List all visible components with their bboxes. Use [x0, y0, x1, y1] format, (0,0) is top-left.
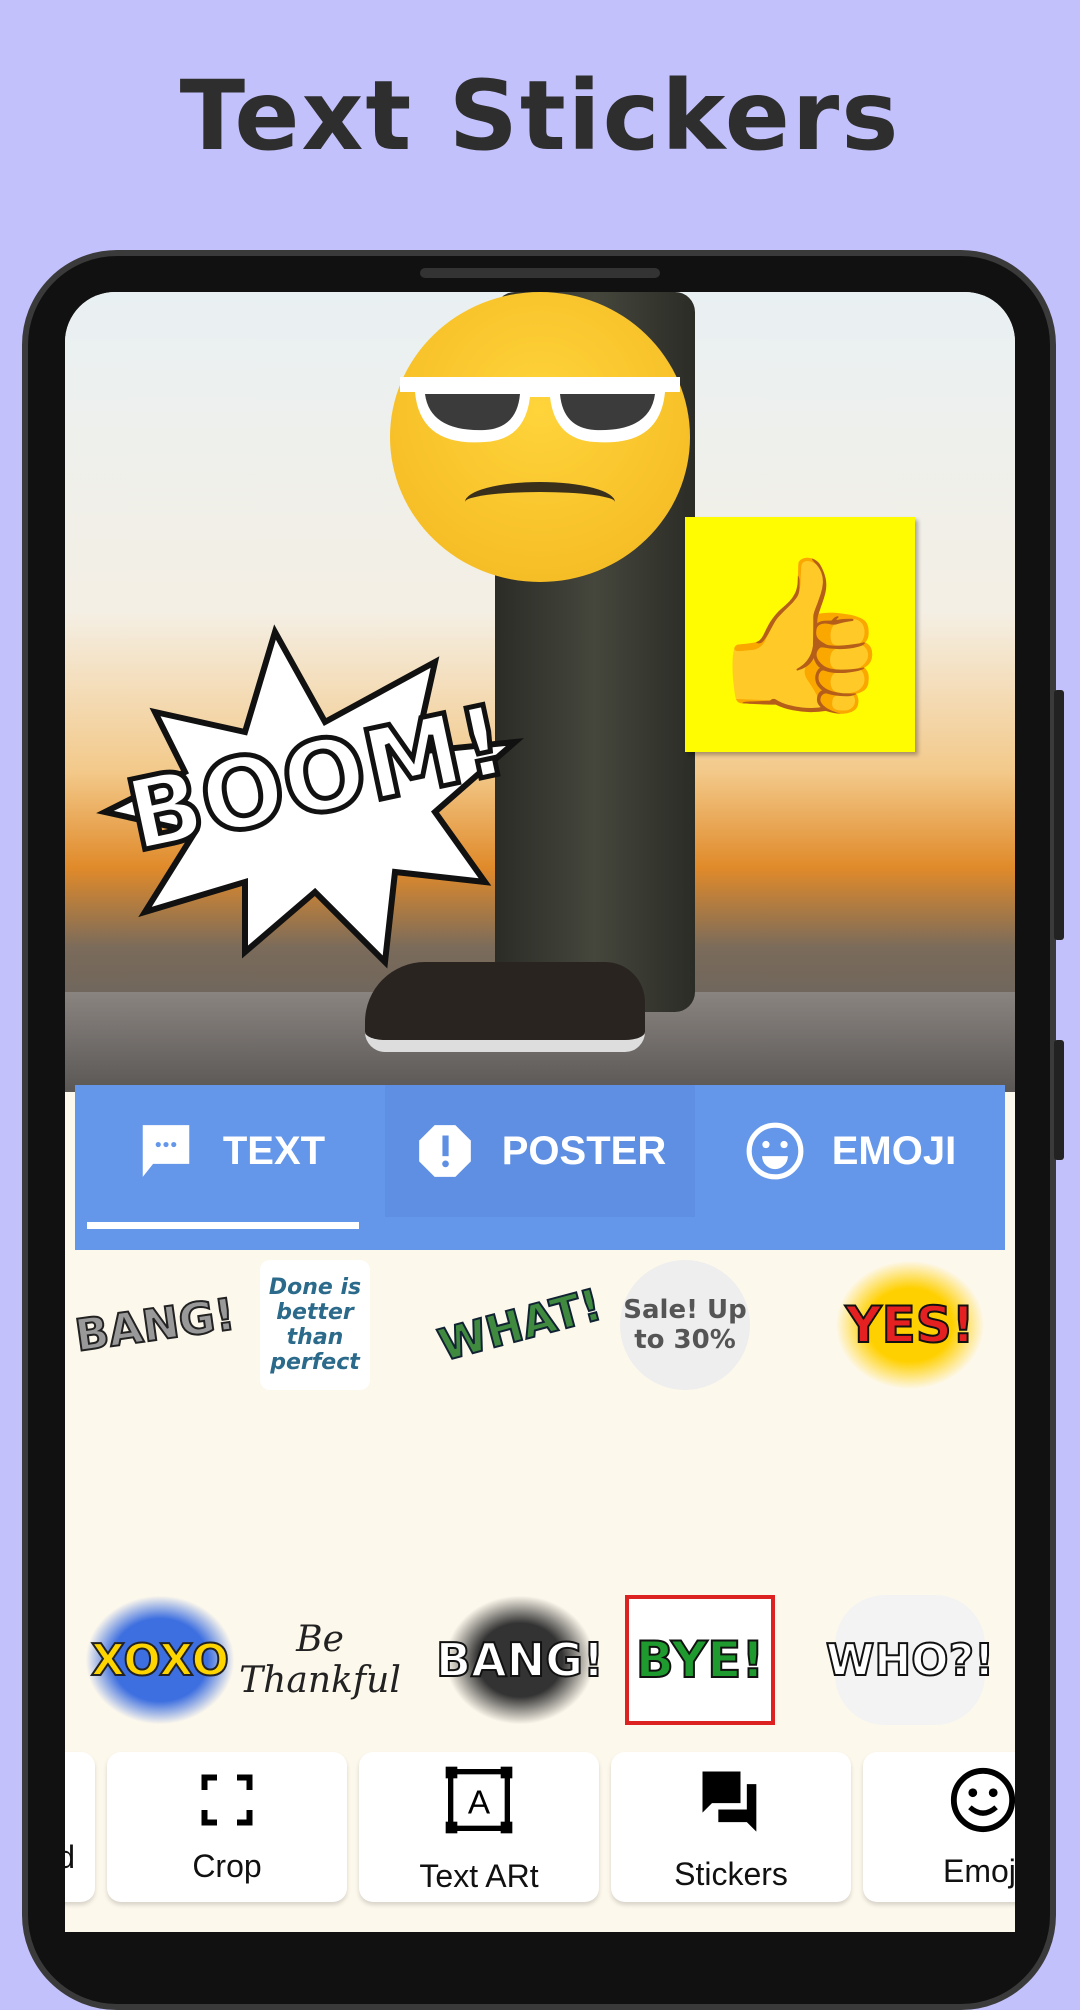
sticker-grid: BANG! Done is better than perfect WHAT! …	[71, 1250, 1005, 1740]
tool-label: Stickers	[674, 1855, 788, 1892]
tool-label: d	[65, 1838, 75, 1875]
sticker-item[interactable]: Be Thankful	[239, 1595, 401, 1725]
crop-icon	[201, 1774, 253, 1825]
sticker-item[interactable]: WHAT!	[431, 1243, 610, 1407]
phone-volume-button	[1054, 690, 1064, 940]
tab-label: EMOJI	[831, 1128, 957, 1173]
tool-label: Emoji	[942, 1852, 1015, 1889]
tab-poster[interactable]: POSTER	[385, 1085, 695, 1217]
tool-stickers[interactable]: Stickers	[611, 1752, 851, 1902]
tool-emoji[interactable]: Emoji	[863, 1752, 1015, 1902]
tab-text[interactable]: TEXT	[75, 1085, 385, 1217]
screen: 👍 BOOM! TEXT POSTER EMOJI BANG! Done is …	[65, 292, 1015, 1932]
shoe	[365, 962, 645, 1052]
tool-label: Crop	[192, 1847, 262, 1884]
sticker-item[interactable]: WHO?!	[825, 1595, 995, 1725]
tab-label: TEXT	[222, 1128, 326, 1173]
tool-crop[interactable]: Crop	[107, 1752, 347, 1902]
sticker-item[interactable]: Sale! Up to 30%	[620, 1260, 750, 1390]
emoji-icon	[950, 1767, 1015, 1832]
tool-text-art[interactable]: A Text ARt	[359, 1752, 599, 1902]
text-art-icon: A	[445, 1766, 513, 1833]
frown-mouth	[465, 482, 615, 522]
sticker-item[interactable]: BYE!	[625, 1595, 775, 1725]
tool-partial[interactable]: d	[65, 1752, 95, 1902]
phone-power-button	[1054, 1040, 1064, 1160]
tab-label: POSTER	[501, 1128, 667, 1173]
tool-label: Text ARt	[419, 1857, 539, 1894]
message-icon	[135, 1120, 197, 1182]
stickers-icon	[702, 1771, 757, 1832]
alert-octagon-icon	[414, 1120, 476, 1182]
thumbs-up-icon: 👍	[706, 549, 894, 718]
smiley-icon	[744, 1120, 806, 1182]
sticker-item[interactable]: BANG!	[71, 1250, 239, 1400]
phone-speaker	[420, 268, 660, 278]
tab-emoji[interactable]: EMOJI	[695, 1085, 1005, 1217]
sticker-item[interactable]: YES!	[835, 1260, 985, 1390]
photo-canvas[interactable]: 👍 BOOM!	[65, 292, 1015, 1092]
page-title: Text Stickers	[179, 60, 901, 172]
sticker-item[interactable]: XOXO	[85, 1595, 235, 1725]
sticker-item[interactable]: BANG!	[435, 1595, 605, 1725]
sunglasses-icon	[400, 377, 680, 443]
thumbs-up-note-sticker[interactable]: 👍	[685, 517, 915, 752]
sticker-item[interactable]: Done is better than perfect	[260, 1260, 370, 1390]
bottom-toolbar: d Crop A Text ARt Stickers Emoji	[65, 1752, 1015, 1932]
selected-tab-indicator	[87, 1222, 359, 1229]
svg-text:A: A	[468, 1784, 491, 1821]
